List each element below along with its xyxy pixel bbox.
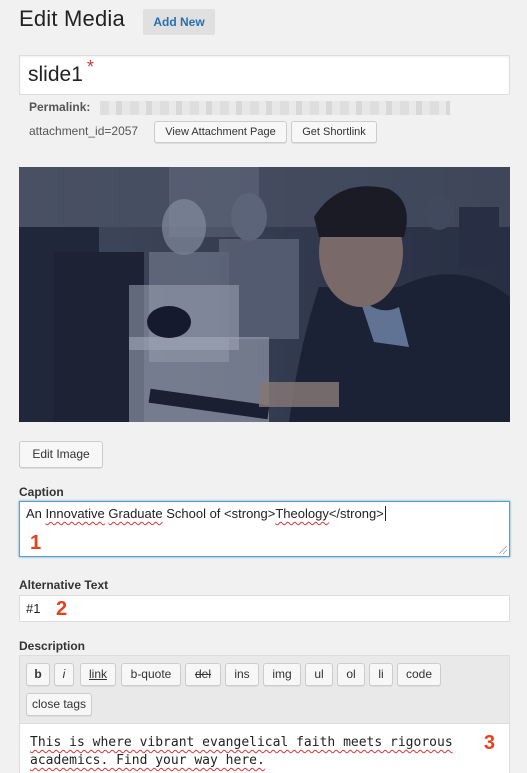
quicktag-ins-button[interactable]: ins [225, 663, 259, 686]
caption-label: Caption [19, 485, 64, 499]
quicktag-link-button[interactable]: link [80, 663, 116, 686]
page-title: Edit Media [19, 6, 125, 31]
caption-text-suffix: </strong> [328, 506, 384, 521]
quicktag-img-button[interactable]: img [263, 663, 301, 686]
annotation-marker-2: 2 [56, 598, 68, 620]
resize-handle-icon[interactable] [499, 546, 507, 554]
alt-text-label: Alternative Text [19, 578, 109, 592]
add-new-button[interactable]: Add New [143, 9, 215, 35]
quicktag-ol-button[interactable]: ol [337, 663, 365, 686]
quicktag-del-button[interactable]: del [185, 663, 221, 686]
description-textarea[interactable]: This is where vibrant evangelical faith … [19, 723, 510, 773]
quicktag-close-tags-button[interactable]: close tags [26, 693, 92, 716]
quicktag-code-button[interactable]: code [397, 663, 441, 686]
title-value: slide1 [28, 63, 83, 86]
caption-text-mid: School of <strong> [162, 506, 276, 521]
quicktag-i-button[interactable]: i [54, 663, 74, 686]
quicktag-bquote-button[interactable]: b-quote [121, 663, 181, 686]
view-attachment-page-button[interactable]: View Attachment Page [154, 121, 287, 143]
edit-image-button[interactable]: Edit Image [19, 441, 103, 468]
media-image [19, 167, 510, 422]
caption-word-graduate: Graduate [108, 506, 163, 521]
alt-text-input[interactable]: #1 2 [19, 595, 510, 622]
required-mark: * [86, 57, 94, 77]
media-image-photo [19, 167, 510, 422]
quicktag-b-button[interactable]: b [26, 663, 50, 686]
caption-textarea[interactable]: An Innovative Graduate School of <strong… [19, 501, 510, 557]
quicktag-ul-button[interactable]: ul [305, 663, 333, 686]
permalink-label: Permalink: [29, 100, 91, 114]
title-input[interactable]: slide1 * [19, 55, 510, 95]
permalink-url-blurred [100, 101, 450, 115]
alt-text-value: #1 [26, 601, 41, 616]
description-label: Description [19, 639, 86, 653]
attachment-id: attachment_id=2057 [29, 124, 139, 138]
caption-word-innovative: Innovative [45, 506, 105, 521]
description-line-2: academics. Find your way here. [30, 753, 265, 768]
quicktag-li-button[interactable]: li [369, 663, 393, 686]
annotation-marker-1: 1 [30, 532, 42, 554]
caption-text-prefix: An [26, 506, 46, 521]
quicktags-toolbar: b i link b-quote del ins img ul ol li co… [19, 655, 510, 723]
description-line-1: This is where vibrant evangelical faith … [30, 735, 453, 750]
caption-word-theology: Theology [275, 506, 329, 521]
annotation-marker-3: 3 [483, 732, 495, 754]
get-shortlink-button[interactable]: Get Shortlink [291, 121, 377, 143]
text-cursor [384, 506, 386, 521]
